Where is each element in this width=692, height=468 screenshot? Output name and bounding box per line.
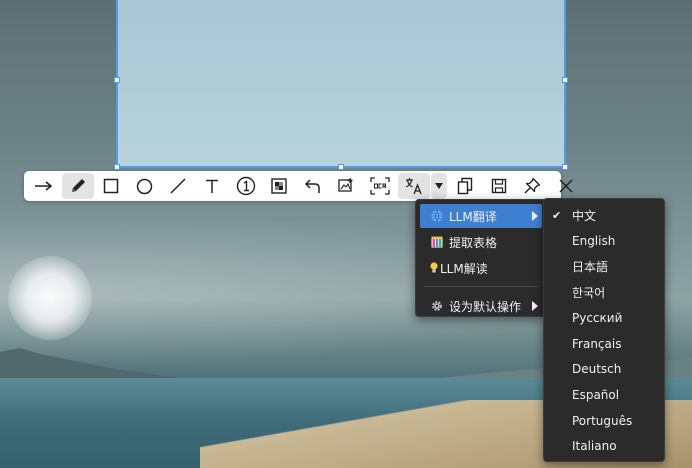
copy-icon xyxy=(457,177,473,195)
globe-icon xyxy=(430,209,444,223)
arrow-right-icon xyxy=(35,181,53,191)
selection-handle-bottom-right[interactable] xyxy=(562,164,568,170)
language-option-portuguese[interactable]: Português xyxy=(544,408,664,434)
pin-button[interactable] xyxy=(516,173,548,199)
submenu-arrow-icon xyxy=(532,211,538,221)
submenu-arrow-icon xyxy=(532,301,538,311)
language-submenu: ✔ 中文 English 日本語 한국어 Русский Français De… xyxy=(543,198,665,462)
menu-item-set-default-action[interactable]: 设为默认操作 xyxy=(420,294,542,318)
language-option-french[interactable]: Français xyxy=(544,331,664,357)
language-label: English xyxy=(572,234,616,249)
lightbulb-icon xyxy=(430,261,438,275)
arrow-tool[interactable] xyxy=(28,173,60,199)
text-icon xyxy=(205,179,218,193)
background-sun xyxy=(8,256,92,340)
save-button[interactable] xyxy=(483,173,515,199)
capture-selection-area[interactable] xyxy=(114,0,568,170)
menu-item-label: LLM解读 xyxy=(440,261,488,276)
language-option-german[interactable]: Deutsch xyxy=(544,357,664,383)
text-tool[interactable] xyxy=(196,173,228,199)
language-label: Deutsch xyxy=(572,362,622,377)
language-label: Français xyxy=(572,336,622,351)
triangle-down-icon xyxy=(435,183,444,189)
language-label: Italiano xyxy=(572,439,617,454)
ellipse-icon xyxy=(137,178,153,194)
menu-separator xyxy=(424,286,538,287)
translate-dropdown-button[interactable] xyxy=(431,173,448,199)
image-edit-button[interactable] xyxy=(330,173,362,199)
language-option-korean[interactable]: 한국어 xyxy=(544,280,664,306)
language-option-russian[interactable]: Русский xyxy=(544,305,664,331)
image-edit-icon xyxy=(338,178,353,192)
translate-action-menu: LLM翻译 提取表格 LLM解读 设为默认操作 xyxy=(415,199,547,317)
language-option-japanese[interactable]: 日本語 xyxy=(544,254,664,280)
menu-item-llm-explain[interactable]: LLM解读 xyxy=(420,256,542,280)
language-option-chinese[interactable]: ✔ 中文 xyxy=(544,203,664,229)
pen-tool[interactable] xyxy=(61,173,94,199)
ellipse-tool[interactable] xyxy=(129,173,161,199)
language-label: 한국어 xyxy=(572,286,606,301)
selection-handle-bottom-left[interactable] xyxy=(114,164,120,170)
language-label: 日本語 xyxy=(572,260,609,275)
language-label: Español xyxy=(572,387,620,402)
table-icon xyxy=(430,235,444,249)
translate-button[interactable] xyxy=(397,173,430,199)
language-option-english[interactable]: English xyxy=(544,229,664,255)
menu-item-label: 设为默认操作 xyxy=(449,299,522,314)
rectangle-tool[interactable] xyxy=(95,173,127,199)
screenshot-desktop: LLM翻译 提取表格 LLM解读 设为默认操作 ✔ 中文 English 日本語… xyxy=(0,0,692,468)
translate-icon xyxy=(405,178,422,195)
rectangle-icon xyxy=(103,178,119,194)
pin-icon xyxy=(524,177,541,194)
mosaic-icon xyxy=(271,178,287,194)
pencil-icon xyxy=(71,179,85,192)
close-icon xyxy=(559,179,573,193)
language-option-spanish[interactable]: Español xyxy=(544,382,664,408)
ocr-button[interactable] xyxy=(364,173,396,199)
circled-number-icon xyxy=(236,176,255,196)
language-label: Português xyxy=(572,413,633,428)
language-option-italian[interactable]: Italiano xyxy=(544,433,664,459)
ocr-icon xyxy=(370,177,390,195)
undo-icon xyxy=(304,179,320,193)
number-marker-tool[interactable] xyxy=(230,173,262,199)
language-label: 中文 xyxy=(572,209,597,224)
menu-item-llm-translate[interactable]: LLM翻译 xyxy=(420,204,542,228)
selection-handle-right[interactable] xyxy=(562,77,568,83)
undo-button[interactable] xyxy=(297,173,329,199)
selection-handle-left[interactable] xyxy=(114,77,120,83)
menu-item-label: LLM翻译 xyxy=(449,209,497,224)
line-tool[interactable] xyxy=(162,173,194,199)
close-button[interactable] xyxy=(550,173,582,199)
gear-icon xyxy=(430,299,444,313)
selection-handle-bottom[interactable] xyxy=(338,164,344,170)
mosaic-tool[interactable] xyxy=(263,173,295,199)
copy-button[interactable] xyxy=(449,173,481,199)
annotation-toolbar xyxy=(24,171,573,201)
line-icon xyxy=(170,178,186,194)
language-label: Русский xyxy=(572,311,623,326)
checkmark-icon: ✔ xyxy=(552,209,562,222)
save-icon xyxy=(491,178,506,194)
menu-item-label: 提取表格 xyxy=(449,235,498,250)
menu-item-extract-table[interactable]: 提取表格 xyxy=(420,230,542,254)
